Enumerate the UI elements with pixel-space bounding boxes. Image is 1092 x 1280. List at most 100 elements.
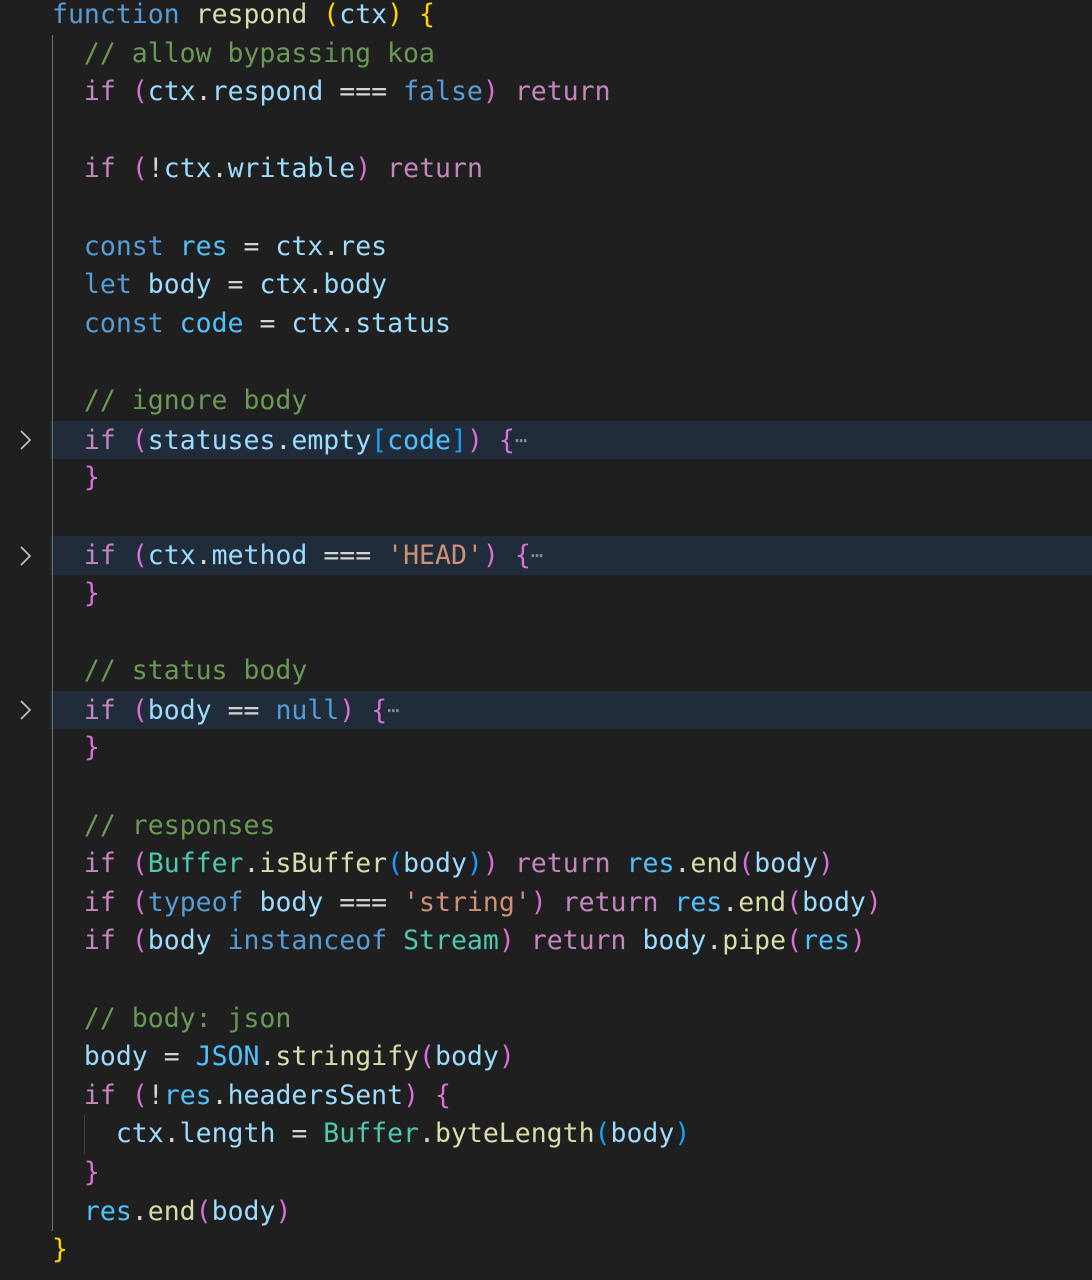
code-token: . (163, 1118, 180, 1150)
folded-region-ellipsis[interactable]: ⋯ (515, 428, 527, 452)
code-line[interactable]: if (Buffer.isBuffer(body)) return res.en… (50, 845, 1092, 884)
code-token: respond (195, 0, 308, 30)
code-token: ! (147, 153, 164, 185)
code-token: JSON (195, 1041, 260, 1073)
folded-region-ellipsis[interactable]: ⋯ (387, 698, 399, 722)
code-token: ) (387, 0, 404, 30)
code-token: if (83, 1079, 116, 1111)
code-token: . (339, 307, 356, 339)
code-line[interactable]: // ignore body (50, 382, 1092, 421)
code-token: res (674, 886, 723, 918)
code-line[interactable] (50, 614, 1092, 653)
code-token: if (83, 886, 116, 918)
code-token: = (227, 230, 276, 262)
code-line[interactable]: if (body instanceof Stream) return body.… (50, 922, 1092, 961)
code-line[interactable] (50, 498, 1092, 537)
chevron-right-icon[interactable] (16, 536, 36, 575)
code-token: typeof (147, 886, 244, 918)
code-line[interactable]: } (50, 729, 1092, 768)
code-line[interactable]: } (50, 459, 1092, 498)
code-line[interactable]: let body = ctx.body (50, 266, 1092, 305)
code-token: ) (865, 886, 882, 918)
code-line[interactable] (50, 768, 1092, 807)
code-line[interactable]: // body: json (50, 1000, 1092, 1039)
code-token: body (83, 1041, 148, 1073)
code-line[interactable]: const code = ctx.status (50, 305, 1092, 344)
code-token: . (243, 848, 260, 880)
code-token: code (387, 424, 451, 456)
code-token: body (211, 1195, 276, 1227)
code-token: ( (195, 1195, 212, 1227)
folded-code-line[interactable]: if (body == null) {⋯ (50, 690, 1092, 730)
folded-code-line[interactable]: if (ctx.method === 'HEAD') {⋯ (50, 536, 1092, 575)
code-token: . (307, 269, 324, 301)
code-line[interactable] (50, 343, 1092, 382)
code-line[interactable]: } (50, 1231, 1092, 1270)
code-line[interactable] (50, 189, 1092, 228)
code-token: ) (275, 1195, 292, 1227)
code-token: ( (323, 0, 340, 30)
code-token: isBuffer (259, 848, 388, 880)
code-token: res (339, 230, 388, 262)
code-token: { (371, 694, 388, 726)
code-token: === (323, 886, 404, 918)
code-line[interactable]: if (ctx.respond === false) return (50, 73, 1092, 112)
code-line[interactable]: if (typeof body === 'string') return res… (50, 884, 1092, 923)
code-token: ( (131, 424, 148, 456)
indent-guide (84, 1115, 85, 1154)
code-line[interactable]: function respond (ctx) { (50, 0, 1092, 35)
code-token: if (83, 424, 116, 456)
code-line[interactable]: body = JSON.stringify(body) (50, 1038, 1092, 1077)
code-token: status (355, 307, 451, 339)
code-token: if (83, 925, 116, 957)
code-token: . (131, 1195, 148, 1227)
code-token: . (706, 925, 723, 957)
code-token: ) (674, 1118, 691, 1150)
code-token: res (179, 230, 228, 262)
code-line[interactable]: // responses (50, 807, 1092, 846)
code-line[interactable]: ctx.length = Buffer.byteLength(body) (50, 1115, 1092, 1154)
code-token: ( (131, 153, 148, 185)
folded-code-line[interactable]: if (statuses.empty[code]) {⋯ (50, 420, 1092, 460)
code-line[interactable]: // allow bypassing koa (50, 35, 1092, 74)
code-token: Buffer (147, 848, 244, 880)
code-line[interactable]: if (!ctx.writable) return (50, 150, 1092, 189)
code-line[interactable]: if (!res.headersSent) { (50, 1077, 1092, 1116)
chevron-right-icon[interactable] (16, 691, 36, 730)
code-line[interactable]: // status body (50, 652, 1092, 691)
code-token: res (802, 925, 850, 957)
code-token: body (403, 848, 467, 880)
code-token: body (147, 694, 212, 726)
code-token: ( (387, 848, 404, 880)
code-token: === (323, 76, 404, 108)
code-editor[interactable]: function respond (ctx) { // allow bypass… (0, 0, 1092, 1280)
code-token: end (738, 886, 787, 918)
code-token: . (195, 76, 212, 108)
code-line[interactable] (50, 112, 1092, 151)
code-line[interactable]: } (50, 575, 1092, 614)
code-line[interactable]: res.end(body) (50, 1193, 1092, 1232)
code-line[interactable] (50, 961, 1092, 1000)
chevron-right-icon[interactable] (16, 421, 36, 460)
code-token: = (275, 1118, 324, 1150)
code-token: code (179, 307, 244, 339)
code-token: ) (482, 76, 499, 108)
folded-region-ellipsis[interactable]: ⋯ (531, 543, 543, 567)
code-token: pipe (722, 925, 787, 957)
code-line[interactable]: const res = ctx.res (50, 228, 1092, 267)
code-line[interactable]: } (50, 1154, 1092, 1193)
code-token: ctx (339, 0, 388, 30)
